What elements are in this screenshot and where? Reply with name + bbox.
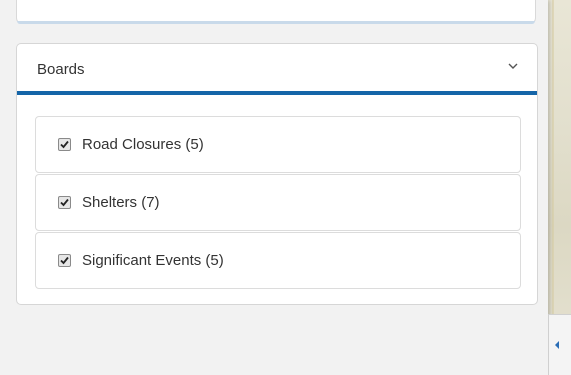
board-item-road-closures[interactable]: Road Closures (5) [35, 116, 521, 173]
boards-list: Road Closures (5) Shelters (7) Significa… [35, 116, 521, 290]
chevron-down-icon[interactable] [505, 58, 521, 74]
boards-panel-header[interactable]: Boards [17, 44, 537, 95]
significant-events-checkbox[interactable] [58, 254, 71, 267]
caret-left-icon [555, 341, 559, 349]
boards-panel: Boards Road Closures (5) Shelters (7) Si… [16, 43, 538, 305]
board-item-shelters[interactable]: Shelters (7) [35, 174, 521, 231]
board-item-label: Road Closures (5) [82, 136, 204, 153]
sidebar: Boards Road Closures (5) Shelters (7) Si… [0, 0, 548, 375]
road-closures-checkbox[interactable] [58, 138, 71, 151]
boards-panel-title: Boards [37, 61, 85, 78]
checkmark-icon [60, 140, 69, 149]
shelters-checkbox[interactable] [58, 196, 71, 209]
board-item-label: Significant Events (5) [82, 252, 224, 269]
previous-panel-edge [16, 0, 536, 24]
checkmark-icon [60, 256, 69, 265]
checkmark-icon [60, 198, 69, 207]
board-item-label: Shelters (7) [82, 194, 160, 211]
collapse-sidebar-tab[interactable] [548, 314, 571, 375]
board-item-significant-events[interactable]: Significant Events (5) [35, 232, 521, 289]
